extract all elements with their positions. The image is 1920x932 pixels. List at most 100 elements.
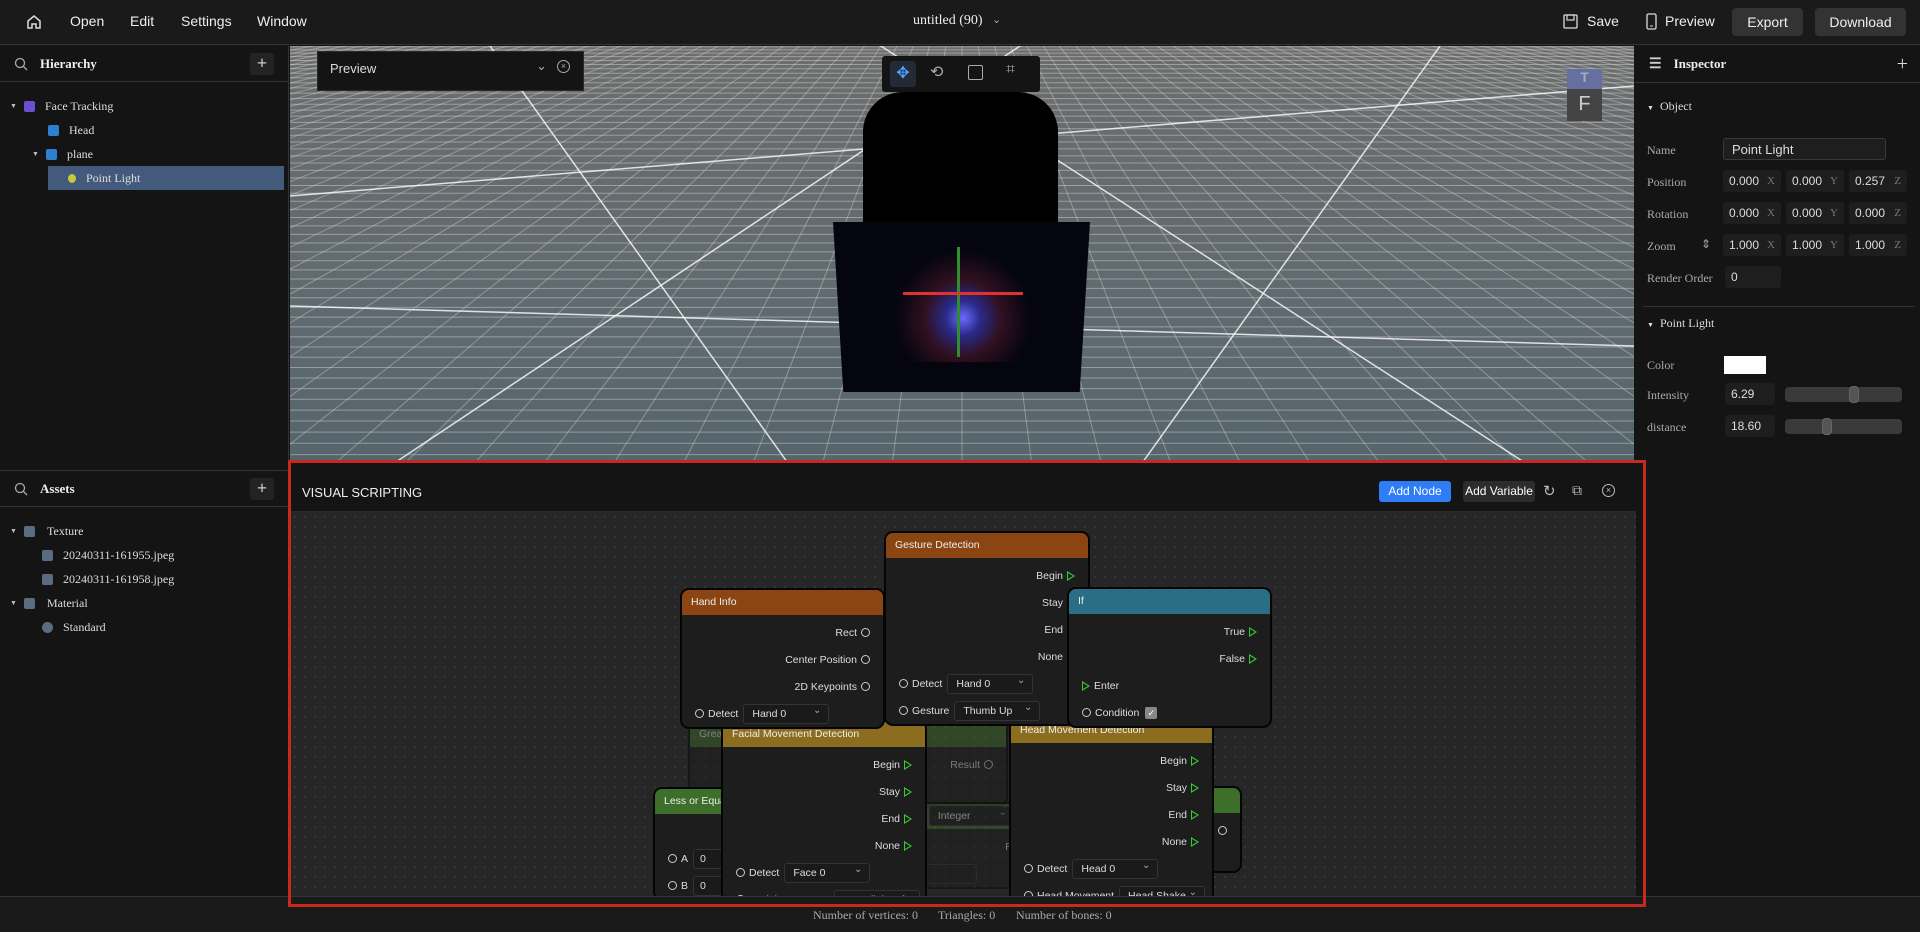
node-facial-movement-detection[interactable]: Facial Movement Detection Begin Stay End Non…	[721, 720, 927, 896]
asset-folder-texture[interactable]: ▼ Texture	[10, 519, 83, 543]
exec-port-icon[interactable]	[1191, 755, 1199, 766]
close-icon[interactable]: ×	[557, 60, 570, 73]
zoom-y-input[interactable]: 1.000 Y	[1786, 234, 1844, 256]
rect-tool-icon[interactable]: ⌗	[1006, 61, 1015, 79]
tree-item-plane[interactable]: ▼ plane	[32, 142, 93, 166]
asset-item-image[interactable]: 20240311-161955.jpeg	[42, 543, 174, 567]
exec-port-icon[interactable]	[1191, 782, 1199, 793]
collapse-icon[interactable]: ⌄	[536, 58, 547, 74]
zoom-z-input[interactable]: 1.000 Z	[1849, 234, 1907, 256]
link-scale-icon[interactable]: ⇕	[1701, 237, 1711, 252]
object-section-header[interactable]: ▼ Object	[1647, 99, 1692, 114]
type-select[interactable]: Integer	[928, 804, 1015, 826]
point-light-section-header[interactable]: ▼ Point Light	[1647, 316, 1714, 331]
render-order-input[interactable]: 0	[1725, 266, 1781, 288]
exec-port-icon[interactable]	[1067, 570, 1075, 581]
document-title[interactable]: untitled (90)	[913, 13, 983, 29]
exec-port-icon[interactable]	[1249, 626, 1257, 637]
node-select[interactable]: Head Shake	[1119, 884, 1206, 896]
node-header[interactable]: Gesture Detection	[886, 533, 1088, 558]
menu-edit[interactable]: Edit	[130, 13, 154, 29]
add-node-button[interactable]: Add Node	[1379, 481, 1451, 502]
node-select[interactable]: Head 0	[1072, 857, 1159, 879]
distance-slider[interactable]	[1785, 418, 1902, 435]
name-input[interactable]: Point Light	[1723, 138, 1886, 160]
data-port-icon[interactable]	[899, 679, 908, 688]
caret-down-icon[interactable]: ▼	[10, 599, 24, 607]
exec-port-icon[interactable]	[1249, 653, 1257, 664]
export-button[interactable]: Export	[1732, 8, 1803, 36]
exec-port-icon[interactable]	[904, 759, 912, 770]
menu-settings[interactable]: Settings	[181, 13, 232, 29]
position-y-input[interactable]: 0.000 Y	[1786, 170, 1844, 192]
gizmo-y-axis[interactable]	[957, 247, 960, 357]
caret-down-icon[interactable]: ▼	[10, 102, 24, 110]
tree-item-head[interactable]: Head	[48, 118, 94, 142]
node-header[interactable]: Hand Info	[682, 590, 883, 615]
refresh-icon[interactable]: ↻	[1543, 482, 1556, 500]
node-select[interactable]: Thumb Up	[954, 699, 1041, 721]
slider-handle[interactable]	[1822, 418, 1833, 435]
add-object-button[interactable]: +	[250, 52, 274, 75]
data-port-icon[interactable]	[1024, 864, 1033, 873]
node-header[interactable]: If	[1069, 589, 1270, 614]
data-port-icon[interactable]	[861, 655, 870, 664]
slider-handle[interactable]	[1849, 386, 1860, 403]
condition-checkbox[interactable]: ✓	[1145, 706, 1158, 719]
distance-input[interactable]: 18.60	[1725, 415, 1775, 437]
scale-tool-icon[interactable]	[968, 65, 983, 80]
rotation-y-input[interactable]: 0.000 Y	[1786, 202, 1844, 224]
data-port-icon[interactable]	[695, 709, 704, 718]
node-select[interactable]: Hand 0	[743, 702, 830, 724]
exec-port-icon[interactable]	[1191, 836, 1199, 847]
caret-down-icon[interactable]: ▼	[32, 150, 46, 158]
view-front-button[interactable]: F	[1567, 89, 1602, 121]
close-icon[interactable]: ×	[1602, 484, 1615, 497]
chevron-down-icon[interactable]: ⌄	[992, 13, 1001, 26]
add-variable-button[interactable]: Add Variable	[1463, 481, 1535, 502]
data-port-icon[interactable]	[668, 854, 677, 863]
data-port-icon[interactable]	[1082, 708, 1091, 717]
menu-open[interactable]: Open	[70, 13, 104, 29]
data-port-icon[interactable]	[861, 682, 870, 691]
search-icon[interactable]	[14, 482, 28, 496]
asset-item-image[interactable]: 20240311-161958.jpeg	[42, 567, 174, 591]
exec-port-icon[interactable]	[904, 840, 912, 851]
menu-window[interactable]: Window	[257, 13, 307, 29]
data-port-icon[interactable]	[1218, 826, 1227, 835]
data-port-icon[interactable]	[984, 760, 993, 769]
asset-folder-material[interactable]: ▼ Material	[10, 591, 88, 615]
node-select[interactable]: Hand 0	[947, 672, 1034, 694]
view-top-button[interactable]: T	[1567, 69, 1602, 89]
data-port-icon[interactable]	[861, 628, 870, 637]
home-icon[interactable]	[25, 13, 43, 31]
add-component-button[interactable]: +	[1897, 53, 1908, 76]
move-tool-icon[interactable]: ✥	[890, 61, 916, 87]
caret-down-icon[interactable]: ▼	[10, 527, 24, 535]
open-external-icon[interactable]: ⧉	[1572, 482, 1582, 499]
tree-item-point-light[interactable]: Point Light	[48, 166, 284, 190]
rotation-z-input[interactable]: 0.000 Z	[1849, 202, 1907, 224]
search-icon[interactable]	[14, 57, 28, 71]
node-if[interactable]: If True False Enter Condition ✓	[1067, 587, 1272, 728]
data-port-icon[interactable]	[899, 706, 908, 715]
position-z-input[interactable]: 0.257 Z	[1849, 170, 1907, 192]
intensity-slider[interactable]	[1785, 386, 1902, 403]
tree-item-face-tracking[interactable]: ▼ Face Tracking	[10, 94, 113, 118]
exec-port-icon[interactable]	[904, 813, 912, 824]
scene-object[interactable]	[833, 92, 1090, 392]
zoom-x-input[interactable]: 1.000 X	[1723, 234, 1781, 256]
scene-viewport[interactable]: Preview ⌄ × ✥ ⟲ ⌗ T F	[290, 46, 1634, 462]
node-head-movement-detection[interactable]: Head Movement Detection Begin Stay End None D…	[1009, 716, 1214, 896]
exec-port-icon[interactable]	[904, 786, 912, 797]
exec-port-icon[interactable]	[1082, 680, 1090, 691]
node-gesture-detection[interactable]: Gesture Detection Begin Stay End None Detect H…	[884, 531, 1090, 726]
exec-port-icon[interactable]	[1191, 809, 1199, 820]
gizmo-x-axis[interactable]	[903, 292, 1023, 295]
asset-item-material[interactable]: Standard	[42, 615, 106, 639]
download-button[interactable]: Download	[1815, 8, 1906, 36]
node-graph-canvas[interactable]: Greater ThanIntegerResultA0Less or Equal…	[290, 512, 1636, 896]
rotation-x-input[interactable]: 0.000 X	[1723, 202, 1781, 224]
view-cube[interactable]: T F	[1567, 69, 1602, 121]
color-swatch[interactable]	[1724, 356, 1766, 374]
